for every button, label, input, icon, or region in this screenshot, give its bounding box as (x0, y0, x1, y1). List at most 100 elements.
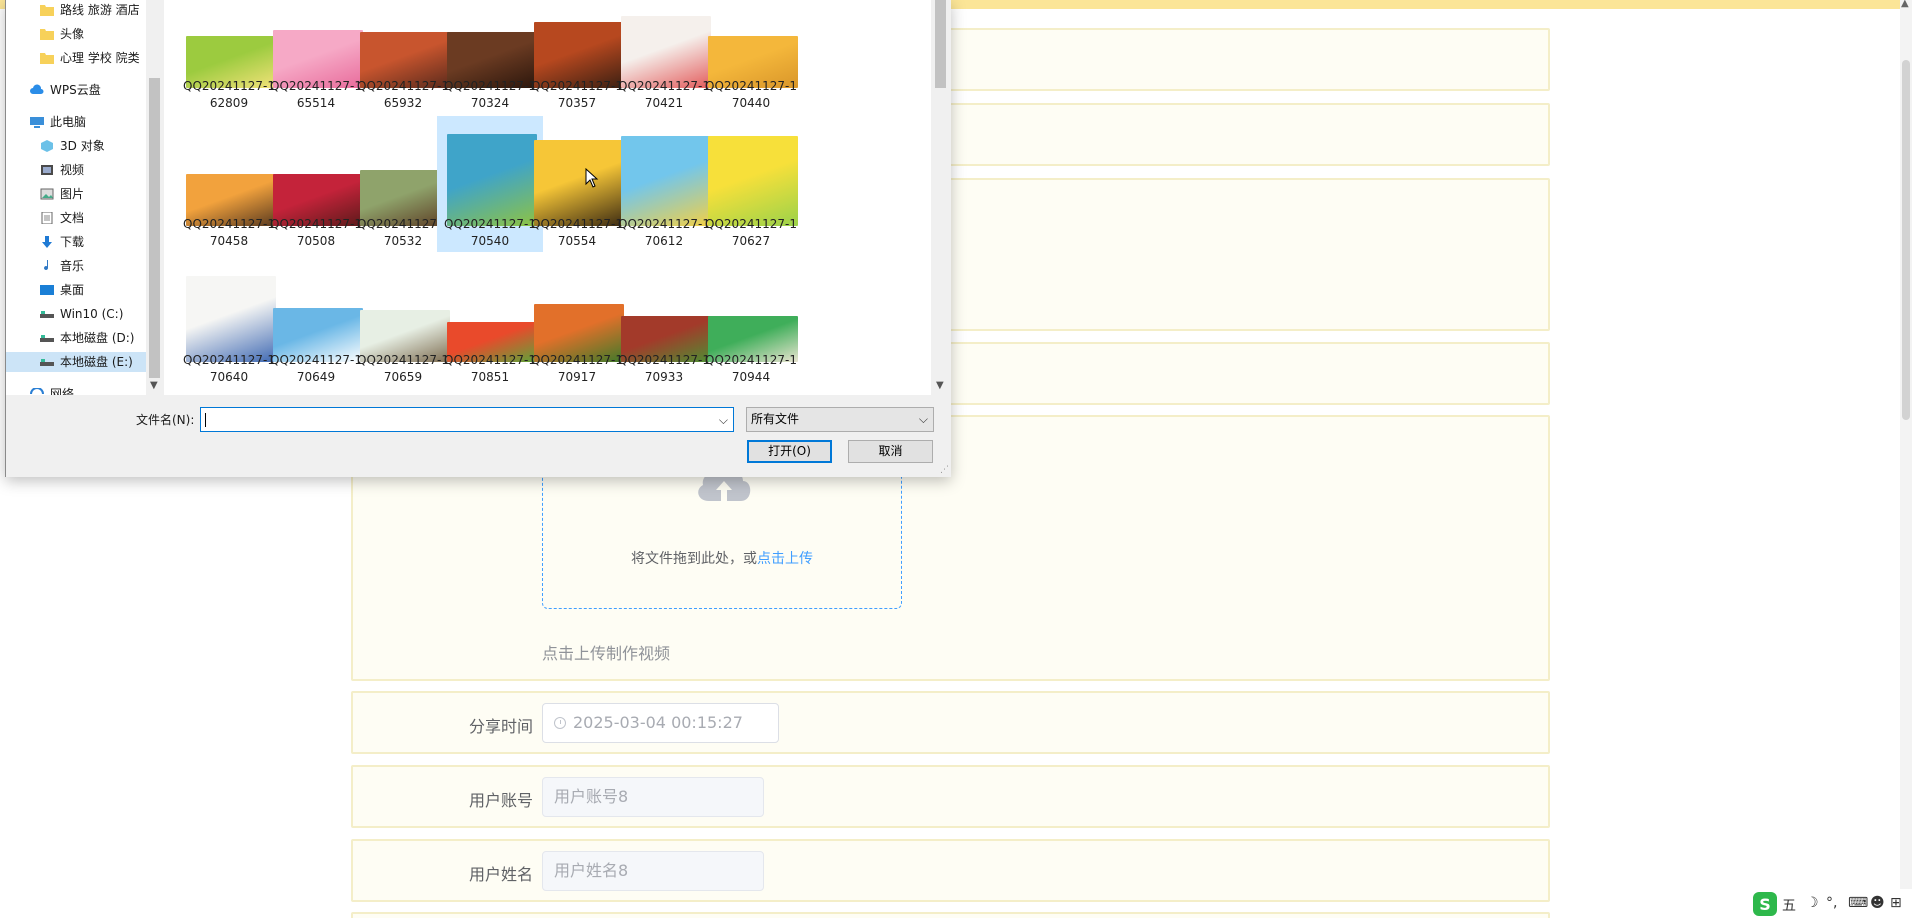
nav-item-1[interactable]: 头像 (40, 24, 84, 44)
system-tray: S 五 ☽ °, ⌨ ☻ ⊞ (1752, 889, 1912, 918)
upload-link[interactable]: 点击上传 (757, 551, 813, 567)
desktop-icon (40, 285, 54, 295)
scroll-down-icon[interactable]: ▼ (936, 380, 944, 391)
picture-icon (40, 188, 54, 200)
account-field[interactable]: 用户账号8 (542, 777, 764, 817)
nav-item-label: 此电脑 (50, 115, 87, 129)
nav-item-label: 网络 (50, 387, 75, 395)
navigation-pane: 路线 旅游 酒店头像心理 学校 院类 WPS云盘此电脑 3D 对象视频图片文档下载音… (6, 0, 164, 395)
nav-item-10[interactable]: 音乐 (40, 256, 84, 276)
resize-grip-icon[interactable]: ⋰ (940, 465, 949, 475)
punctuation-icon[interactable]: °, (1826, 895, 1837, 911)
svg-text:S: S (1759, 895, 1771, 914)
share-time-value: 2025-03-04 00:15:27 (573, 713, 743, 732)
ime-mode-icon[interactable]: 五 (1782, 895, 1796, 915)
filename-input[interactable]: ⌵ (200, 407, 734, 432)
nav-item-label: 头像 (60, 27, 85, 41)
nav-item-15[interactable]: 网络 (30, 384, 74, 395)
apps-grid-icon[interactable]: ⊞ (1890, 895, 1902, 911)
sogou-ime-icon[interactable]: S (1752, 891, 1778, 917)
keyboard-icon[interactable]: ⌨ (1848, 895, 1868, 911)
nav-item-label: 图片 (60, 187, 85, 201)
nav-scrollbar[interactable]: ▼ (146, 0, 164, 395)
chevron-down-icon: ⌵ (918, 412, 928, 426)
folder-icon (40, 29, 54, 40)
file-tile[interactable]: QQ20241127-1 70944 (698, 252, 804, 388)
nav-item-5[interactable]: 3D 对象 (40, 136, 105, 156)
open-button[interactable]: 打开(O) (747, 440, 832, 463)
form-row-share-time: 分享时间 2025-03-04 00:15:27 (351, 691, 1550, 754)
scroll-down-icon[interactable]: ▼ (150, 380, 158, 391)
nav-item-label: 文档 (60, 211, 85, 225)
drive-icon (40, 359, 54, 366)
upload-tip: 点击上传制作视频 (542, 644, 671, 663)
file-name-line2: 70944 (731, 370, 771, 384)
cancel-button[interactable]: 取消 (848, 440, 933, 463)
share-time-field[interactable]: 2025-03-04 00:15:27 (542, 703, 779, 743)
document-icon (41, 212, 53, 224)
computer-icon (30, 117, 44, 128)
nav-item-label: 视频 (60, 163, 85, 177)
nav-item-3[interactable]: WPS云盘 (30, 80, 101, 100)
nav-item-6[interactable]: 视频 (40, 160, 84, 180)
file-grid: QQ20241127-1 62809 QQ20241127-1 65514 QQ2024… (171, 0, 931, 395)
file-tile[interactable]: QQ20241127-1 70440 (698, 0, 804, 114)
user-icon[interactable]: ☻ (1870, 895, 1885, 911)
folder-icon (40, 5, 54, 16)
form-row (351, 912, 1550, 918)
drive-icon (40, 311, 54, 318)
file-name-line1: QQ20241127-1 (705, 79, 797, 93)
nav-item-4[interactable]: 此电脑 (30, 112, 86, 132)
nav-item-2[interactable]: 心理 学校 院类 (40, 48, 140, 68)
nav-item-0[interactable]: 路线 旅游 酒店 (40, 0, 140, 20)
nav-item-label: 本地磁盘 (D:) (60, 331, 135, 345)
nav-item-8[interactable]: 文档 (40, 208, 84, 228)
nav-item-14[interactable]: 本地磁盘 (E:) (6, 352, 146, 372)
scrollbar-thumb[interactable] (1902, 60, 1910, 420)
grid-scrollbar[interactable]: ▼ (931, 0, 951, 395)
nav-item-9[interactable]: 下载 (40, 232, 84, 252)
file-name: QQ20241127-1 70440 (698, 78, 804, 112)
page-scrollbar[interactable]: ▲ (1900, 0, 1912, 918)
nav-item-label: Win10 (C:) (60, 307, 124, 321)
drive-icon (40, 335, 54, 342)
chevron-down-icon[interactable]: ⌵ (719, 409, 728, 432)
filename-label: 文件名(N): (136, 413, 195, 427)
mouse-cursor-icon (585, 168, 599, 188)
upload-hint-text: 将文件拖到此处，或 (631, 551, 757, 567)
network-icon (30, 388, 44, 395)
filetype-select[interactable]: 所有文件 ⌵ (746, 407, 934, 432)
dialog-footer: 文件名(N): ⌵ 所有文件 ⌵ 打开(O) 取消 ⋰ (6, 395, 951, 477)
nav-item-label: 心理 学校 院类 (60, 51, 140, 65)
moon-icon[interactable]: ☽ (1806, 895, 1819, 911)
scrollbar-thumb[interactable] (935, 0, 946, 88)
nav-item-12[interactable]: Win10 (C:) (40, 304, 123, 324)
account-label: 用户账号 (468, 791, 533, 810)
upload-hint: 将文件拖到此处，或点击上传 (543, 548, 901, 568)
form-row-account: 用户账号 用户账号8 (351, 765, 1550, 828)
file-name-line1: QQ20241127-1 (705, 353, 797, 367)
nav-item-7[interactable]: 图片 (40, 184, 84, 204)
file-name-line1: QQ20241127-1 (705, 217, 797, 231)
file-name-line2: 70440 (731, 96, 771, 110)
text-caret (205, 413, 206, 427)
nav-item-label: 下载 (60, 235, 85, 249)
scrollbar-thumb[interactable] (149, 78, 160, 378)
form-row-name: 用户姓名 用户姓名8 (351, 839, 1550, 902)
cube-icon (41, 140, 53, 152)
nav-item-11[interactable]: 桌面 (40, 280, 84, 300)
share-time-label: 分享时间 (468, 717, 533, 736)
cloud-icon (30, 84, 44, 94)
file-open-dialog: 路线 旅游 酒店头像心理 学校 院类 WPS云盘此电脑 3D 对象视频图片文档下载音… (5, 0, 951, 477)
nav-item-label: 本地磁盘 (E:) (60, 355, 133, 369)
nav-item-label: 3D 对象 (60, 139, 105, 153)
file-thumbnail (708, 136, 798, 226)
folder-icon (40, 53, 54, 64)
nav-item-label: 音乐 (60, 259, 85, 273)
name-field[interactable]: 用户姓名8 (542, 851, 764, 891)
download-icon (42, 236, 52, 248)
nav-item-13[interactable]: 本地磁盘 (D:) (40, 328, 134, 348)
file-tile[interactable]: QQ20241127-1 70627 (698, 116, 804, 252)
filetype-value: 所有文件 (751, 412, 800, 426)
scroll-up-icon[interactable]: ▲ (1901, 0, 1909, 9)
